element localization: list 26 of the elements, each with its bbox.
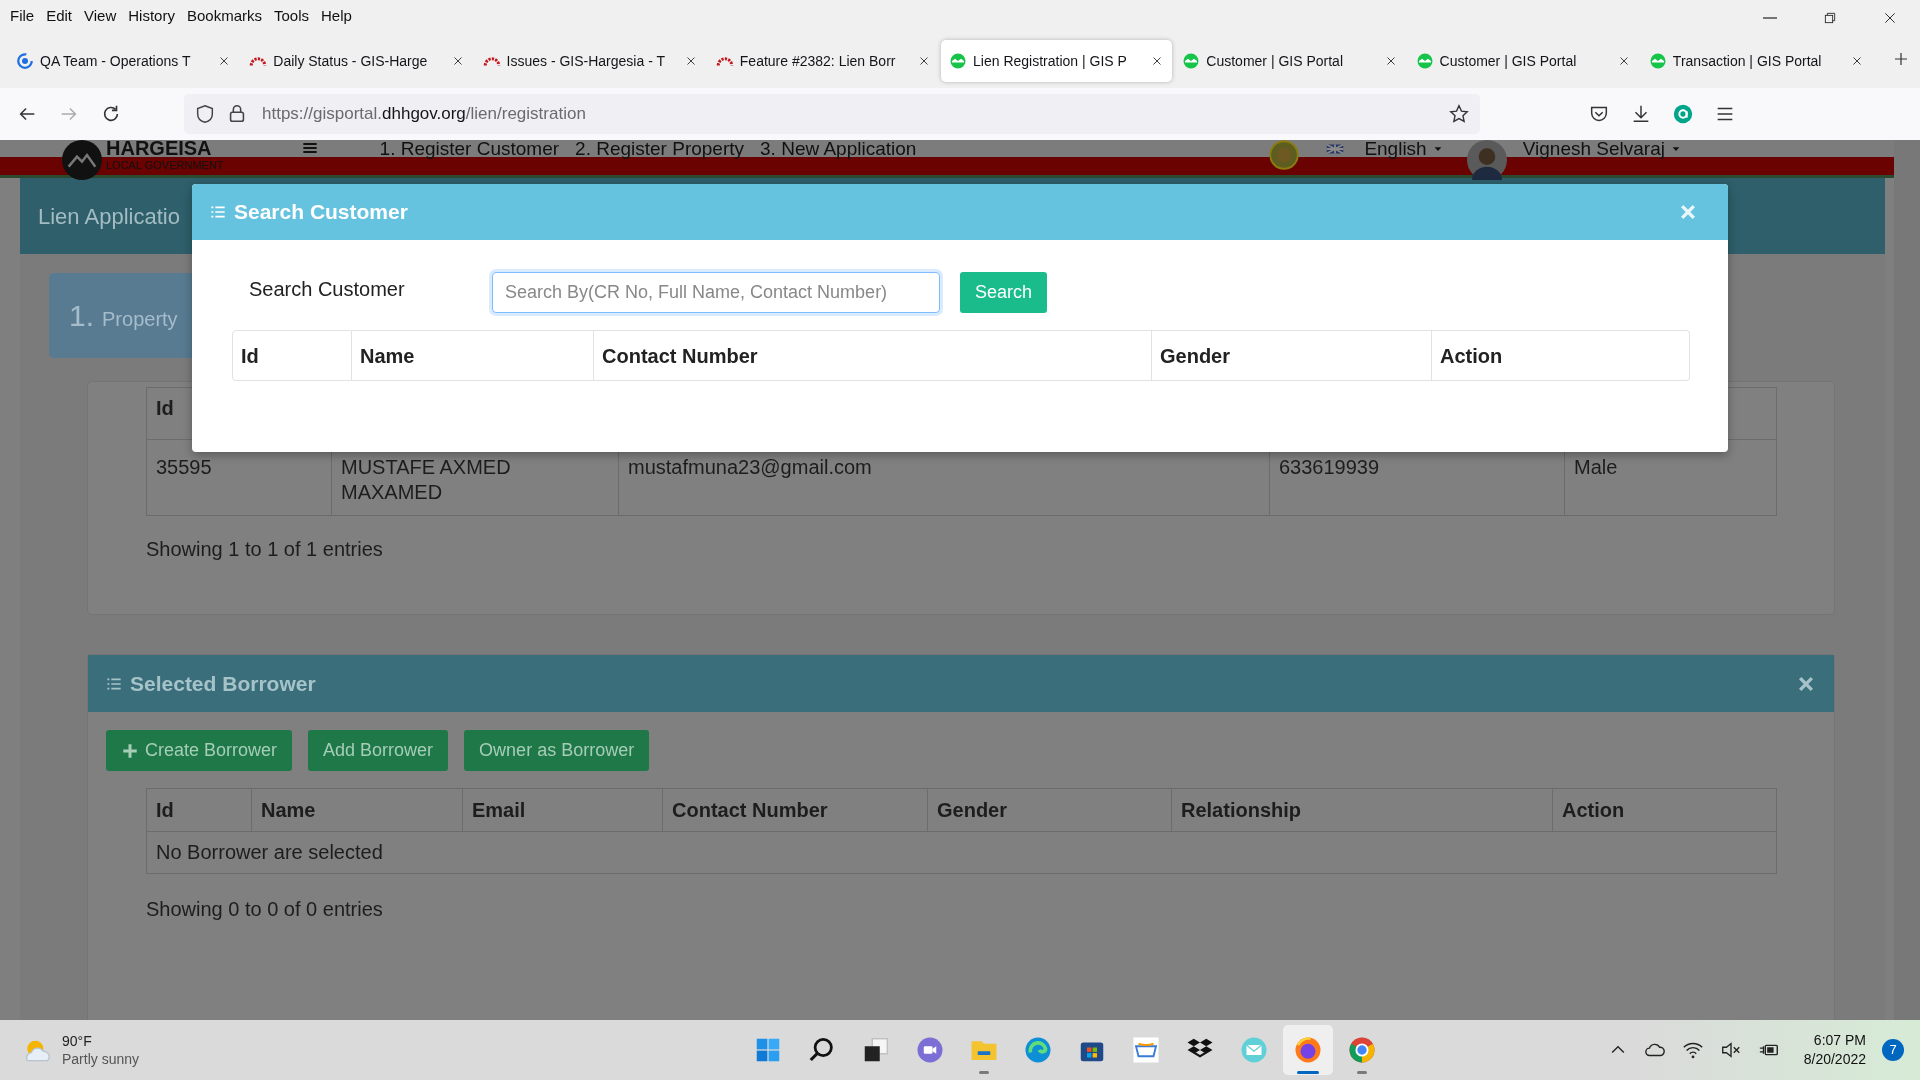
column-header: Name — [352, 330, 594, 381]
step-number: 1. — [69, 298, 95, 334]
column-header: Gender — [927, 788, 1172, 832]
table-info: Showing 1 to 1 of 1 entries — [146, 537, 384, 562]
logo-subtitle: LOCAL GOVERNMENT — [106, 158, 224, 172]
url-text: https://gisportal.dhhgov.org/lien/registration — [262, 103, 586, 126]
column-header: Action — [1552, 788, 1777, 832]
dialog-title: Search Customer — [234, 199, 408, 226]
field-label: Search Customer — [249, 276, 406, 302]
step-label: Property — [102, 306, 178, 332]
panel-title: Selected Borrower — [130, 670, 316, 697]
empty-message: No Borrower are selected — [146, 831, 1777, 874]
column-header: Contact Number — [594, 330, 1152, 381]
weather-temperature: 90°F — [62, 1032, 93, 1050]
column-header: Id — [146, 788, 252, 832]
weather-condition: Partly sunny — [62, 1050, 140, 1068]
column-header: Id — [232, 330, 352, 381]
column-header: Gender — [1152, 330, 1432, 381]
column-header: Contact Number — [662, 788, 928, 832]
logo-title: HARGEISA — [106, 140, 213, 157]
column-header: Relationship — [1171, 788, 1553, 832]
card-title: Lien Applicatio — [38, 202, 180, 231]
table-info: Showing 0 to 0 of 0 entries — [146, 897, 384, 922]
column-header: Action — [1432, 330, 1690, 381]
column-header: Email — [462, 788, 663, 832]
column-header: Name — [251, 788, 463, 832]
